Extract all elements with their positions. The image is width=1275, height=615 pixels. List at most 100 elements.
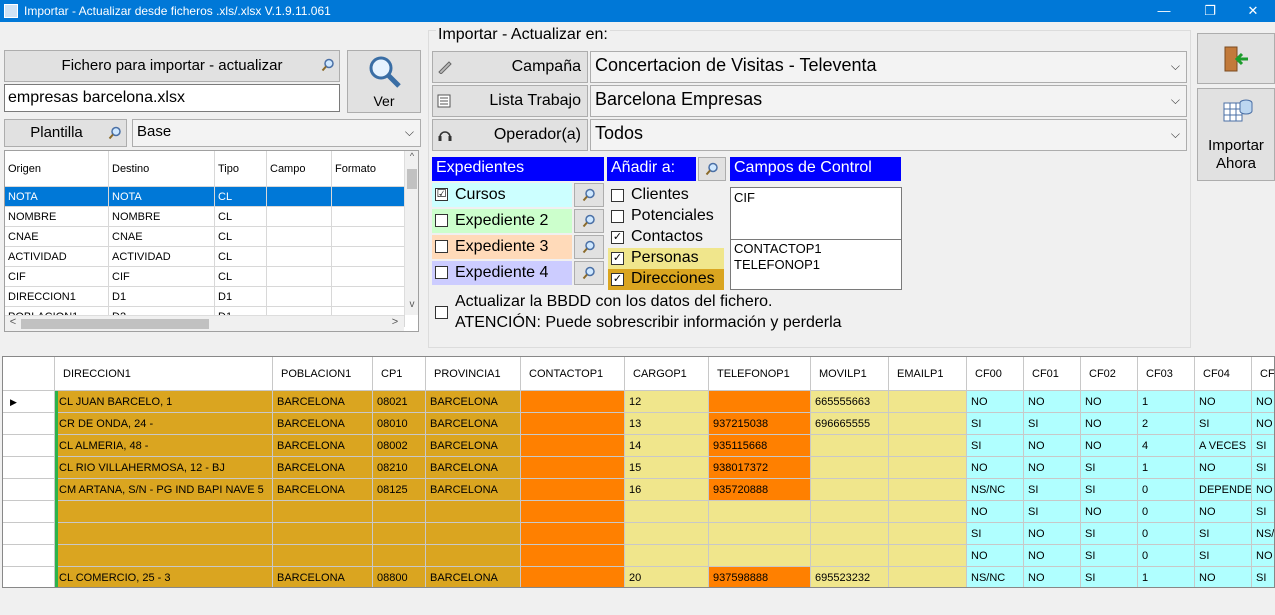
expediente-item[interactable]: ☑ Cursos xyxy=(432,183,572,207)
grid-cell-emailp1[interactable] xyxy=(889,435,967,457)
grid-cell-contactop1[interactable] xyxy=(521,479,625,501)
mapping-col-destino[interactable]: Destino xyxy=(109,151,215,187)
grid-cell-cp1[interactable]: 08800 xyxy=(373,567,426,587)
grid-cell-cf00[interactable]: SI xyxy=(967,435,1024,457)
grid-cell-cf03[interactable]: 0 xyxy=(1138,523,1195,545)
grid-cell-cf03[interactable]: 0 xyxy=(1138,479,1195,501)
mapping-hscrollbar[interactable]: < > xyxy=(5,315,404,331)
grid-cell-cf0[interactable]: SI xyxy=(1252,501,1274,523)
grid-cell-contactop1[interactable] xyxy=(521,501,625,523)
grid-col-cf04[interactable]: CF04 xyxy=(1195,357,1252,391)
grid-cell-emailp1[interactable] xyxy=(889,523,967,545)
grid-row[interactable]: CM ARTANA, S/N - PG IND BAPI NAVE 5 BARCE… xyxy=(3,479,1274,501)
grid-cell-movilp1[interactable] xyxy=(811,523,889,545)
grid-cell-cf0[interactable]: NO xyxy=(1252,413,1274,435)
grid-cell-cargop1[interactable]: 20 xyxy=(625,567,709,587)
grid-cell-cargop1[interactable] xyxy=(625,501,709,523)
grid-cell-cf01[interactable]: NO xyxy=(1024,545,1081,567)
grid-cell-telefonop1[interactable]: 935720888 xyxy=(709,479,811,501)
grid-cell-cf04[interactable]: NO xyxy=(1195,501,1252,523)
file-path-input[interactable]: empresas barcelona.xlsx xyxy=(4,84,340,112)
grid-cell-cargop1[interactable]: 15 xyxy=(625,457,709,479)
mapping-row[interactable]: DIRECCION1 D1 D1 xyxy=(5,287,405,307)
grid-cell-poblacion1[interactable]: BARCELONA xyxy=(273,391,373,413)
grid-cell-telefonop1[interactable]: 938017372 xyxy=(709,457,811,479)
mapping-grid[interactable]: Origen Destino Tipo Campo Formato NOTA NO… xyxy=(4,150,419,332)
grid-cell-cf04[interactable]: SI xyxy=(1195,545,1252,567)
grid-col-provincia1[interactable]: PROVINCIA1 xyxy=(426,357,521,391)
mapping-cell-tipo[interactable]: CL xyxy=(215,227,267,247)
grid-cell-cf00[interactable]: NS/NC xyxy=(967,479,1024,501)
mapping-cell-origen[interactable]: NOTA xyxy=(5,187,109,207)
grid-cell-telefonop1[interactable]: 937215038 xyxy=(709,413,811,435)
preview-data-grid[interactable]: DIRECCION1 POBLACION1 CP1 PROVINCIA1 CONTACT… xyxy=(2,356,1275,588)
grid-cell-cf00[interactable]: NS/NC xyxy=(967,567,1024,587)
mapping-cell-formato[interactable] xyxy=(332,187,405,207)
anadir-checkbox[interactable] xyxy=(611,210,624,223)
expediente-checkbox[interactable] xyxy=(435,214,448,227)
grid-col-cp1[interactable]: CP1 xyxy=(373,357,426,391)
grid-cell-movilp1[interactable] xyxy=(811,501,889,523)
grid-cell-telefonop1[interactable] xyxy=(709,523,811,545)
mapping-cell-campo[interactable] xyxy=(267,227,332,247)
grid-cell-cargop1[interactable] xyxy=(625,545,709,567)
grid-col-cf02[interactable]: CF02 xyxy=(1081,357,1138,391)
mapping-cell-origen[interactable]: CIF xyxy=(5,267,109,287)
mapping-cell-formato[interactable] xyxy=(332,287,405,307)
grid-cell-emailp1[interactable] xyxy=(889,479,967,501)
grid-row[interactable]: CR DE ONDA, 24 - BARCELONA 08010 BARCELONA 1… xyxy=(3,413,1274,435)
grid-col-contactop1[interactable]: CONTACTOP1 xyxy=(521,357,625,391)
grid-cell-contactop1[interactable] xyxy=(521,435,625,457)
mapping-cell-tipo[interactable]: D1 xyxy=(215,287,267,307)
grid-cell-cf04[interactable]: DEPENDE xyxy=(1195,479,1252,501)
mapping-row[interactable]: NOMBRE NOMBRE CL xyxy=(5,207,405,227)
grid-cell-cf00[interactable]: SI xyxy=(967,413,1024,435)
grid-cell-provincia1[interactable]: BARCELONA xyxy=(426,479,521,501)
mapping-col-tipo[interactable]: Tipo xyxy=(215,151,267,187)
grid-cell-cf04[interactable]: SI xyxy=(1195,523,1252,545)
minimize-button[interactable]: — xyxy=(1141,0,1187,22)
campana-select[interactable]: Concertacion de Visitas - Televenta ⌵ xyxy=(590,51,1187,83)
row-header[interactable] xyxy=(3,413,55,435)
grid-cell-emailp1[interactable] xyxy=(889,567,967,587)
lista-trabajo-button[interactable]: Lista Trabajo xyxy=(432,85,588,117)
mapping-cell-campo[interactable] xyxy=(267,267,332,287)
grid-cell-provincia1[interactable]: BARCELONA xyxy=(426,413,521,435)
grid-col-telefonop1[interactable]: TELEFONOP1 xyxy=(709,357,811,391)
expediente-checkbox[interactable] xyxy=(435,240,448,253)
grid-cell-cp1[interactable]: 08210 xyxy=(373,457,426,479)
grid-cell-cf03[interactable]: 0 xyxy=(1138,545,1195,567)
grid-cell-poblacion1[interactable] xyxy=(273,545,373,567)
expediente-search-button[interactable] xyxy=(574,261,604,285)
expediente-item[interactable]: Expediente 3 xyxy=(432,235,572,259)
grid-cell-cf03[interactable]: 4 xyxy=(1138,435,1195,457)
grid-cell-cf02[interactable]: SI xyxy=(1081,545,1138,567)
grid-cell-movilp1[interactable] xyxy=(811,545,889,567)
grid-cell-contactop1[interactable] xyxy=(521,457,625,479)
mapping-cell-destino[interactable]: ACTIVIDAD xyxy=(109,247,215,267)
grid-cell-cf02[interactable]: SI xyxy=(1081,479,1138,501)
mapping-cell-formato[interactable] xyxy=(332,227,405,247)
mapping-cell-origen[interactable]: CNAE xyxy=(5,227,109,247)
row-header[interactable] xyxy=(3,523,55,545)
grid-cell-cargop1[interactable]: 14 xyxy=(625,435,709,457)
mapping-row[interactable]: ACTIVIDAD ACTIVIDAD CL xyxy=(5,247,405,267)
grid-cell-poblacion1[interactable]: BARCELONA xyxy=(273,435,373,457)
row-header[interactable] xyxy=(3,501,55,523)
grid-cell-direccion1[interactable]: CL COMERCIO, 25 - 3 xyxy=(55,567,273,587)
campos-control-box[interactable]: CIF CONTACTOP1 TELEFONOP1 xyxy=(730,187,902,290)
grid-cell-poblacion1[interactable]: BARCELONA xyxy=(273,457,373,479)
grid-cell-cf0[interactable]: SI xyxy=(1252,457,1274,479)
grid-cell-cf0[interactable]: NO xyxy=(1252,479,1274,501)
grid-cell-cf04[interactable]: SI xyxy=(1195,413,1252,435)
grid-cell-direccion1[interactable]: CL RIO VILLAHERMOSA, 12 - BJ xyxy=(55,457,273,479)
mapping-cell-destino[interactable]: NOMBRE xyxy=(109,207,215,227)
scroll-up-icon[interactable]: ^ xyxy=(406,151,418,165)
mapping-cell-tipo[interactable]: CL xyxy=(215,187,267,207)
grid-cell-cf00[interactable]: NO xyxy=(967,545,1024,567)
grid-cell-cp1[interactable] xyxy=(373,523,426,545)
import-now-button[interactable]: Importar Ahora xyxy=(1197,88,1275,181)
exit-button[interactable] xyxy=(1197,33,1275,84)
grid-cell-cf01[interactable]: NO xyxy=(1024,457,1081,479)
grid-cell-contactop1[interactable] xyxy=(521,567,625,587)
